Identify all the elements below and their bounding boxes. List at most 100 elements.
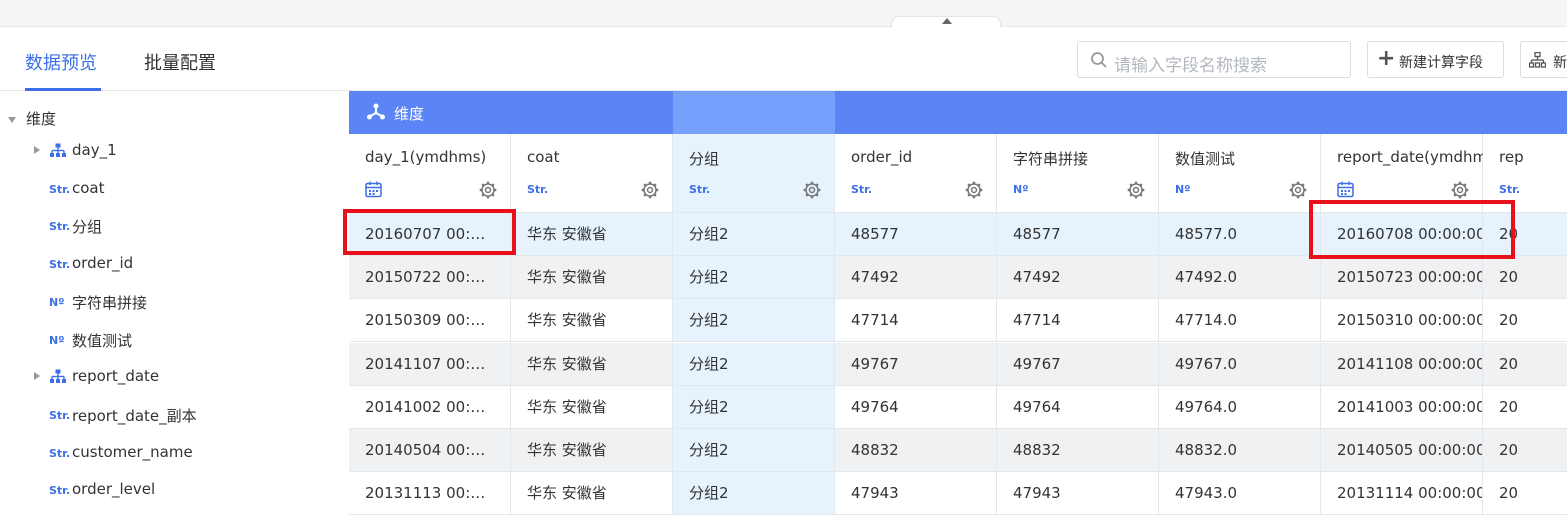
sidebar-field-item[interactable]: Str. order_level	[0, 477, 349, 507]
toolbar: 数据预览 批量配置 请输入字段名称搜索 + 新建计算字段 新	[0, 27, 1567, 91]
gear-icon[interactable]	[1289, 181, 1307, 199]
field-name: 分组	[72, 218, 103, 237]
table-row[interactable]: 20141107 00:0… 华东 安徽省 分组2 49767 49767 49767.0…	[349, 342, 1567, 386]
field-search[interactable]: 请输入字段名称搜索	[1077, 41, 1351, 78]
table-row[interactable]: 20140504 00:0… 华东 安徽省 分组2 48832 48832 48832.0…	[349, 429, 1567, 472]
table-cell[interactable]: 48832	[835, 429, 997, 472]
table-cell[interactable]: 47714	[997, 299, 1159, 343]
column-header[interactable]: 数值测试 Nº	[1159, 134, 1321, 213]
table-cell[interactable]: 47943.0	[1159, 472, 1321, 515]
sidebar-field-item[interactable]: Str. 分组	[0, 213, 349, 243]
new-calculated-field-label: 新建计算字段	[1399, 55, 1483, 71]
gear-icon[interactable]	[641, 181, 659, 199]
table-cell[interactable]: 20141108 00:00:00	[1321, 342, 1483, 386]
table-cell[interactable]: 华东 安徽省	[511, 429, 673, 472]
dimension-header-bar: 维度	[349, 91, 1567, 134]
table-cell[interactable]: 47492	[997, 256, 1159, 300]
table-cell[interactable]: 49764	[997, 385, 1159, 429]
table-cell[interactable]: 20141003 00:00:00	[1321, 385, 1483, 429]
sidebar-field-item[interactable]: Str. coat	[0, 176, 349, 206]
table-cell[interactable]: 分组2	[673, 213, 835, 256]
table-cell[interactable]: 47492	[835, 256, 997, 300]
column-header[interactable]: day_1(ymdhms)	[349, 134, 511, 213]
table-cell[interactable]: 48577.0	[1159, 213, 1321, 256]
table-row[interactable]: 20150722 00:0… 华东 安徽省 分组2 47492 47492 47492.0…	[349, 256, 1567, 300]
tab-data-preview[interactable]: 数据预览	[25, 49, 97, 75]
table-cell[interactable]: 20140504 00:0…	[349, 429, 511, 472]
table-cell[interactable]: 华东 安徽省	[511, 342, 673, 386]
table-cell[interactable]: 华东 安徽省	[511, 213, 673, 256]
table-cell[interactable]: 20141002 00:0…	[349, 385, 511, 429]
table-cell[interactable]: 49767	[835, 342, 997, 386]
caret-down-icon	[8, 116, 16, 123]
table-cell[interactable]: 20	[1483, 385, 1567, 429]
table-cell[interactable]: 华东 安徽省	[511, 385, 673, 429]
table-cell[interactable]: 47492.0	[1159, 256, 1321, 300]
table-cell[interactable]: 47943	[997, 472, 1159, 515]
sidebar-field-item[interactable]: report_date	[0, 364, 349, 394]
new-hierarchy-button[interactable]: 新	[1520, 41, 1567, 78]
table-cell[interactable]: 分组2	[673, 342, 835, 386]
table-cell[interactable]: 20	[1483, 472, 1567, 515]
tree-group-dimension[interactable]: 维度	[8, 108, 56, 129]
gear-icon[interactable]	[965, 181, 983, 199]
new-calculated-field-button[interactable]: + 新建计算字段	[1367, 41, 1504, 78]
table-cell[interactable]: 48832.0	[1159, 429, 1321, 472]
column-header[interactable]: coat Str.	[511, 134, 673, 213]
table-cell[interactable]: 48832	[997, 429, 1159, 472]
table-cell[interactable]: 47943	[835, 472, 997, 515]
table-cell[interactable]: 48577	[835, 213, 997, 256]
sidebar-field-item[interactable]: Str. order_id	[0, 251, 349, 281]
table-cell[interactable]: 49767	[997, 342, 1159, 386]
table-cell[interactable]: 20	[1483, 429, 1567, 472]
field-type-badge: Str.	[49, 258, 71, 272]
table-cell[interactable]: 分组2	[673, 299, 835, 343]
table-cell[interactable]: 分组2	[673, 472, 835, 515]
table-cell[interactable]: 20150310 00:00:00	[1321, 299, 1483, 343]
table-cell[interactable]: 分组2	[673, 429, 835, 472]
gear-icon[interactable]	[1127, 181, 1145, 199]
field-type-badge: Nº	[49, 333, 65, 347]
table-cell[interactable]: 20140505 00:00:00	[1321, 429, 1483, 472]
gear-icon[interactable]	[803, 181, 821, 199]
column-header[interactable]: 字符串拼接 Nº	[997, 134, 1159, 213]
table-cell[interactable]: 华东 安徽省	[511, 256, 673, 300]
sidebar-field-item[interactable]: day_1	[0, 138, 349, 168]
table-cell[interactable]: 20150309 00:0…	[349, 299, 511, 343]
gear-icon[interactable]	[479, 181, 497, 199]
sidebar-field-item[interactable]: Str. customer_name	[0, 440, 349, 470]
table-cell[interactable]: 47714	[835, 299, 997, 343]
column-header[interactable]: 分组 Str.	[673, 134, 835, 213]
table-cell[interactable]: 47714.0	[1159, 299, 1321, 343]
table-cell[interactable]: 20	[1483, 256, 1567, 300]
table-cell[interactable]: 20150722 00:0…	[349, 256, 511, 300]
table-cell[interactable]: 49764.0	[1159, 385, 1321, 429]
table-cell[interactable]: 20	[1483, 299, 1567, 343]
table-cell[interactable]: 48577	[997, 213, 1159, 256]
column-header[interactable]: order_id Str.	[835, 134, 997, 213]
table-cell[interactable]: 20131114 00:00:00	[1321, 472, 1483, 515]
table-cell[interactable]: 20131113 00:0…	[349, 472, 511, 515]
table-cell[interactable]: 分组2	[673, 385, 835, 429]
sidebar-field-item[interactable]: Nº 数值测试	[0, 327, 349, 357]
column-name: 数值测试	[1175, 150, 1236, 168]
table-cell[interactable]: 49767.0	[1159, 342, 1321, 386]
new-hierarchy-label: 新	[1553, 55, 1567, 71]
table-row[interactable]: 20141002 00:0… 华东 安徽省 分组2 49764 49764 49764.0…	[349, 385, 1567, 429]
search-icon	[1091, 52, 1107, 68]
sidebar-field-item[interactable]: Nº 字符串拼接	[0, 289, 349, 319]
table-cell[interactable]: 49764	[835, 385, 997, 429]
table-cell[interactable]: 20	[1483, 342, 1567, 386]
sidebar-field-item[interactable]: Str. report_date_副本	[0, 402, 349, 432]
table-row[interactable]: 20131113 00:0… 华东 安徽省 分组2 47943 47943 47943.0…	[349, 472, 1567, 515]
tab-batch-config[interactable]: 批量配置	[144, 49, 216, 75]
caret-right-icon[interactable]	[34, 372, 40, 381]
table-cell[interactable]: 20150723 00:00:00	[1321, 256, 1483, 300]
table-row[interactable]: 20150309 00:0… 华东 安徽省 分组2 47714 47714 47714.0…	[349, 299, 1567, 343]
table-cell[interactable]: 华东 安徽省	[511, 472, 673, 515]
gear-icon[interactable]	[1451, 181, 1469, 199]
table-cell[interactable]: 华东 安徽省	[511, 299, 673, 343]
table-cell[interactable]: 分组2	[673, 256, 835, 300]
table-cell[interactable]: 20141107 00:0…	[349, 342, 511, 386]
caret-right-icon[interactable]	[34, 146, 40, 154]
